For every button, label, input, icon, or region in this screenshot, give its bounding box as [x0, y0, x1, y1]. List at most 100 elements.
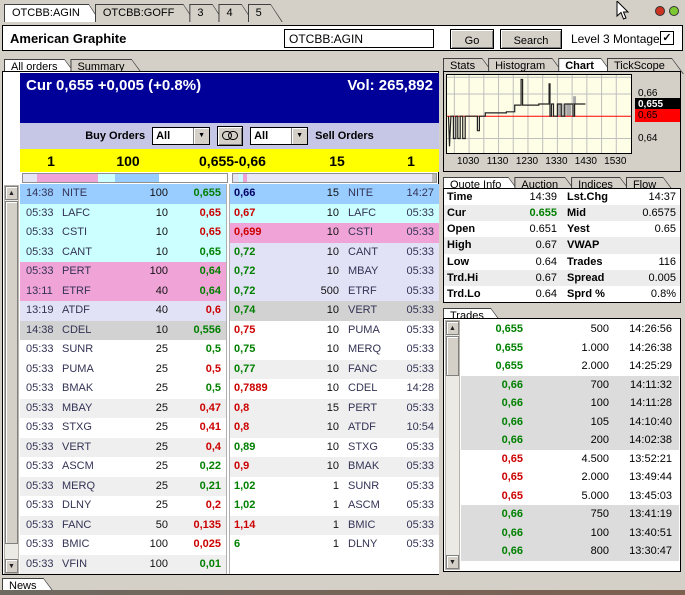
ask-row[interactable]: 0,7410VERT05:33: [230, 301, 439, 321]
buy-filter-select[interactable]: All ▼: [152, 127, 210, 145]
bid-row[interactable]: 05:33PUMA250,5: [20, 360, 226, 380]
order-filter-strip: Buy Orders All ▼ All ▼ Sell Orders: [20, 123, 439, 150]
inside-spread: 0,655-0,66: [174, 153, 291, 169]
trade-row: 0,6610014:11:28: [461, 394, 679, 413]
trade-row: 0,65550014:26:56: [461, 320, 679, 339]
ask-rows: 0,6615NITE14:270,6710LAFC05:330,69910CST…: [230, 184, 439, 574]
bid-row[interactable]: 05:33VFIN1000,01: [20, 555, 226, 575]
bid-row[interactable]: 05:33FANC500,135: [20, 516, 226, 536]
ask-row[interactable]: 0,8910STXG05:33: [230, 438, 439, 458]
ticker-banner: Cur 0,655 +0,005 (+0.8%) Vol: 265,892: [20, 73, 439, 123]
tab-otcbb-goff[interactable]: OTCBB:GOFF: [95, 4, 196, 22]
sell-orders-label: Sell Orders: [315, 130, 374, 142]
ask-row[interactable]: 0,910BMAK05:33: [230, 457, 439, 477]
scroll-down-icon[interactable]: ▼: [5, 559, 18, 573]
ask-row[interactable]: 0,810ATDF10:54: [230, 418, 439, 438]
bid-row[interactable]: 14:38CDEL100,556: [20, 321, 226, 341]
depth-bars: [20, 172, 439, 184]
ask-row[interactable]: 0,815PERT05:33: [230, 399, 439, 419]
book-scroll-gutter: ▲ ▼: [3, 72, 20, 574]
bid-row[interactable]: 05:33ASCM250,22: [20, 457, 226, 477]
book-scrollbar[interactable]: ▲ ▼: [4, 185, 19, 574]
bid-row[interactable]: 05:33MERQ250,21: [20, 477, 226, 497]
trades-panel: ▲ ▼ 0,65550014:26:560,6551.00014:26:380,…: [443, 318, 681, 572]
search-button[interactable]: Search: [500, 29, 562, 49]
trade-row: 0,6610013:40:51: [461, 524, 679, 543]
price-chart: [446, 74, 632, 154]
trade-row: 0,655.00013:45:03: [461, 487, 679, 506]
ask-row[interactable]: 1,021SUNR05:33: [230, 477, 439, 497]
ask-row[interactable]: 0,6710LAFC05:33: [230, 204, 439, 224]
trades-scrollbar[interactable]: ▲ ▼: [445, 320, 460, 570]
ask-row[interactable]: 0,7510PUMA05:33: [230, 321, 439, 341]
bid-row[interactable]: 05:33PERT1000,64: [20, 262, 226, 282]
bid-row[interactable]: 05:33BMAK250,5: [20, 379, 226, 399]
bid-row[interactable]: 05:33BMIC1000,025: [20, 535, 226, 555]
bid-row[interactable]: 05:33CANT100,65: [20, 243, 226, 263]
scroll-up-icon[interactable]: ▲: [446, 321, 459, 335]
ask-mm-count: 1: [383, 153, 439, 169]
bid-row[interactable]: 05:33MBAY250,47: [20, 399, 226, 419]
ask-row[interactable]: 0,788910CDEL14:28: [230, 379, 439, 399]
bid-depth-bar: [22, 173, 228, 183]
ask-row[interactable]: 0,6615NITE14:27: [230, 184, 439, 204]
symbol-input[interactable]: [284, 29, 434, 48]
status-lights: [655, 6, 679, 16]
scroll-up-icon[interactable]: ▲: [5, 186, 18, 200]
bid-row[interactable]: 05:33CSTI100,65: [20, 223, 226, 243]
ask-row[interactable]: 1,141BMIC05:33: [230, 516, 439, 536]
level3-montage-checkbox[interactable]: ✓: [660, 31, 674, 45]
green-status-light-icon: [669, 6, 679, 16]
chevron-down-icon: ▼: [291, 128, 307, 144]
ask-row[interactable]: 0,72500ETRF05:33: [230, 282, 439, 302]
ask-row[interactable]: 61DLNY05:33: [230, 535, 439, 555]
quote-row: Trd.Lo0.64Sprd %0.8%: [444, 286, 680, 302]
bid-size-total: 100: [82, 153, 174, 169]
red-status-light-icon: [655, 6, 665, 16]
tab-otcbb-agin[interactable]: OTCBB:AGIN: [4, 4, 101, 22]
quote-row: High0.67VWAP: [444, 237, 680, 253]
ask-depth-bar: [232, 173, 438, 183]
trade-row: 0,654.50013:52:21: [461, 450, 679, 469]
bid-row[interactable]: 14:38NITE1000,655: [20, 184, 226, 204]
bid-row[interactable]: 05:33SUNR250,5: [20, 340, 226, 360]
bid-row[interactable]: 13:19ATDF400,6: [20, 301, 226, 321]
ask-row[interactable]: 0,7510MERQ05:33: [230, 340, 439, 360]
trade-row: 0,6552.00014:25:29: [461, 357, 679, 376]
trade-row: 0,6675013:41:19: [461, 505, 679, 524]
trade-rows: 0,65550014:26:560,6551.00014:26:380,6552…: [461, 320, 679, 561]
book-scroll-thumb[interactable]: [5, 201, 18, 544]
ask-row[interactable]: 0,69910CSTI05:33: [230, 223, 439, 243]
buy-orders-label: Buy Orders: [85, 130, 145, 142]
bid-row[interactable]: 13:11ETRF400,64: [20, 282, 226, 302]
bid-row[interactable]: 05:33STXG250,41: [20, 418, 226, 438]
ask-row[interactable]: 0,7210MBAY05:33: [230, 262, 439, 282]
tab-5[interactable]: 5: [248, 4, 283, 22]
quote-row: Trd.Hi0.67Spread0.005: [444, 270, 680, 286]
ask-size-total: 15: [291, 153, 383, 169]
ask-row[interactable]: 1,021ASCM05:33: [230, 496, 439, 516]
bottom-panel-edge: [0, 590, 685, 595]
order-book: 14:38NITE1000,65505:33LAFC100,6505:33CST…: [20, 184, 439, 574]
go-button[interactable]: Go: [450, 29, 494, 49]
mouse-cursor: [616, 1, 630, 24]
trade-row: 0,6551.00014:26:38: [461, 339, 679, 358]
quote-row: Time14:39Lst.Chg14:37: [444, 189, 680, 205]
chain-link-icon: [222, 131, 238, 140]
ask-row[interactable]: 0,7210CANT05:33: [230, 243, 439, 263]
y-axis-label: 0,64: [635, 132, 680, 145]
scroll-down-icon[interactable]: ▼: [446, 555, 459, 569]
trade-row: 0,6610514:10:40: [461, 413, 679, 432]
bid-row[interactable]: 05:33VERT250,4: [20, 438, 226, 458]
ask-row[interactable]: 0,7710FANC05:33: [230, 360, 439, 380]
y-axis-label: 0,65: [635, 109, 680, 122]
sell-filter-select[interactable]: All ▼: [250, 127, 308, 145]
montage-panel: ▲ ▼ Cur 0,655 +0,005 (+0.8%) Vol: 265,89…: [2, 71, 439, 575]
trade-row: 0,6620014:02:38: [461, 431, 679, 450]
ask-row[interactable]: [230, 555, 439, 575]
bid-row[interactable]: 05:33LAFC100,65: [20, 204, 226, 224]
quote-row: Cur0.655Mid0.6575: [444, 205, 680, 221]
link-filters-button[interactable]: [217, 126, 243, 146]
bid-row[interactable]: 05:33DLNY250,2: [20, 496, 226, 516]
trades-scroll-thumb[interactable]: [446, 336, 459, 376]
